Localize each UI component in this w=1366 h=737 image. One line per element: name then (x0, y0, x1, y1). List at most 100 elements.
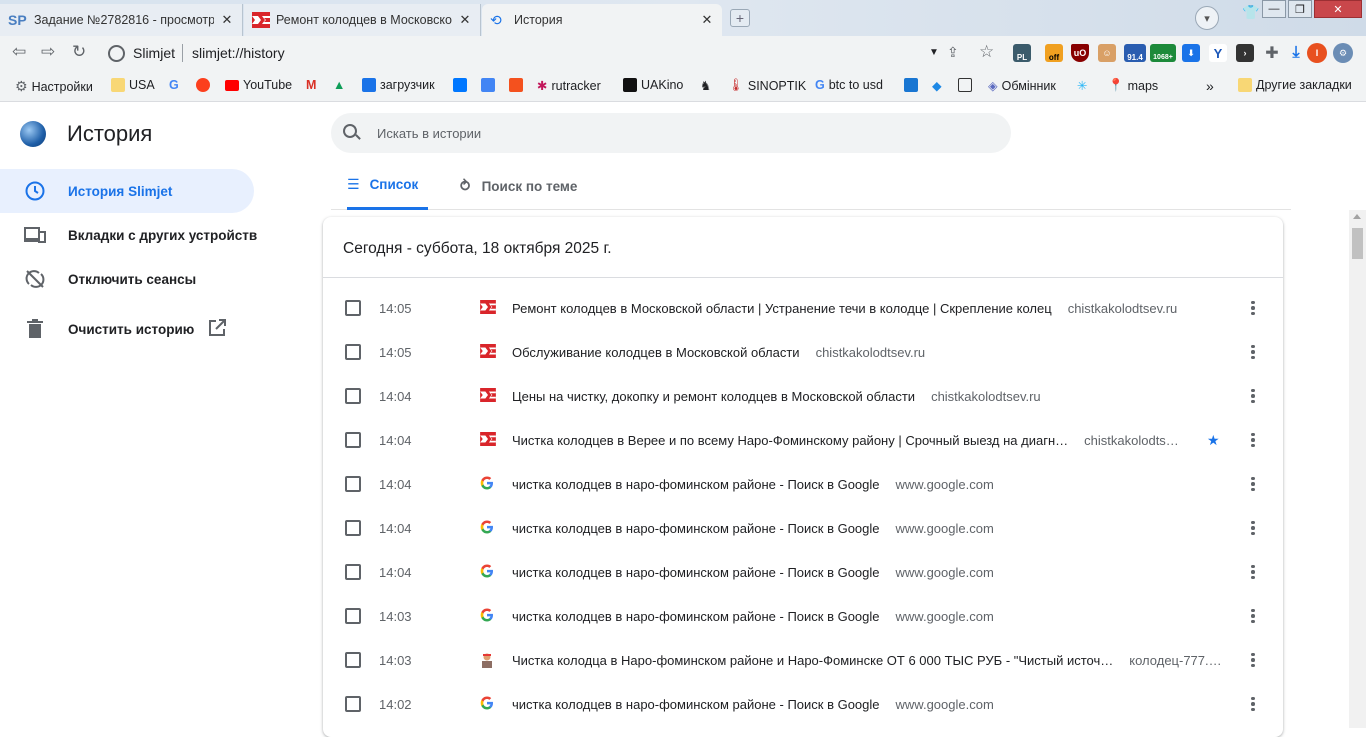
bookmark-item[interactable]: M (306, 78, 316, 92)
history-row[interactable]: 14:04 чистка колодцев в наро-фоминском ра… (323, 506, 1283, 550)
more-actions-icon[interactable] (1248, 652, 1258, 668)
row-checkbox[interactable] (345, 388, 361, 404)
bookmark-item[interactable] (453, 78, 467, 92)
browser-tab[interactable]: Ремонт колодцев в Московской о… ✕ (244, 4, 481, 36)
sidebar-item-disable-sessions[interactable]: Отключить сеансы (0, 257, 254, 301)
sidebar-item-clear-history[interactable]: Очистить историю (0, 307, 254, 351)
history-row[interactable]: 14:04 Цены на чистку, докопку и ремонт ко… (323, 374, 1283, 418)
bookmark-item[interactable]: 🌡 SINOPTIK (728, 78, 806, 93)
extension-arrow-icon[interactable]: › (1236, 44, 1254, 62)
history-row[interactable]: 14:04 чистка колодцев в наро-фоминском ра… (323, 462, 1283, 506)
bookmark-item[interactable]: UAKino (623, 78, 683, 92)
more-actions-icon[interactable] (1248, 696, 1258, 712)
history-row[interactable]: 14:02 чистка колодцев в наро-фоминском ра… (323, 682, 1283, 726)
scroll-thumb[interactable] (1352, 228, 1363, 259)
more-actions-icon[interactable] (1248, 388, 1258, 404)
settings-gear-icon[interactable]: ⚙ (1333, 43, 1353, 63)
close-tab-icon[interactable]: ✕ (220, 12, 234, 28)
minimize-button[interactable]: — (1262, 0, 1286, 18)
row-checkbox[interactable] (345, 564, 361, 580)
other-bookmarks[interactable]: Другие закладки (1238, 78, 1352, 92)
page-link[interactable]: Ремонт колодцев в Московской области | У… (512, 301, 1177, 316)
bookmark-item[interactable]: USA (111, 78, 155, 92)
row-checkbox[interactable] (345, 300, 361, 316)
avatar[interactable]: I (1307, 43, 1327, 63)
bookmark-item[interactable]: ✳ (1077, 78, 1087, 93)
history-row[interactable]: 14:05 Ремонт колодцев в Московской област… (323, 286, 1283, 330)
bookmark-item[interactable]: ▲ (333, 78, 345, 92)
maximize-button[interactable]: ❐ (1288, 0, 1312, 18)
bookmark-item[interactable]: загрузчик (362, 78, 435, 92)
row-checkbox[interactable] (345, 344, 361, 360)
page-link[interactable]: чистка колодцев в наро-фоминском районе … (512, 565, 994, 580)
back-arrow-icon[interactable]: ⇦ (12, 42, 26, 62)
extension-off-icon[interactable]: off (1045, 44, 1063, 62)
tab-list[interactable]: ☰ Список (347, 162, 428, 210)
history-row[interactable]: 14:03 чистка колодцев в наро-фоминском ра… (323, 594, 1283, 638)
page-link[interactable]: чистка колодцев в наро-фоминском районе … (512, 477, 994, 492)
extension-pl-icon[interactable]: PL (1013, 44, 1031, 62)
forward-arrow-icon[interactable]: ⇨ (41, 42, 55, 62)
skin-icon[interactable]: 👕 (1242, 4, 1259, 21)
row-checkbox[interactable] (345, 608, 361, 624)
row-checkbox[interactable] (345, 696, 361, 712)
bookmark-item[interactable] (904, 78, 918, 92)
bookmark-item[interactable] (958, 78, 972, 92)
sidebar-item-history[interactable]: История Slimjet (0, 169, 254, 213)
bookmark-item[interactable]: 📍 maps (1108, 78, 1158, 93)
more-actions-icon[interactable] (1248, 608, 1258, 624)
close-tab-icon[interactable]: ✕ (700, 12, 714, 28)
row-checkbox[interactable] (345, 652, 361, 668)
close-tab-icon[interactable]: ✕ (458, 12, 472, 28)
more-actions-icon[interactable] (1248, 344, 1258, 360)
search-input[interactable] (377, 113, 977, 153)
puzzle-icon[interactable]: ✚ (1263, 44, 1281, 62)
bookmark-item[interactable] (481, 78, 495, 92)
extension-914-icon[interactable]: 91.4 (1124, 44, 1146, 62)
bookmark-item[interactable]: ⚙ Настройки (15, 78, 93, 95)
sidebar-item-other-devices[interactable]: Вкладки с других устройств (0, 213, 257, 257)
reload-icon[interactable]: ↻ (72, 42, 86, 62)
bookmark-star-icon[interactable]: ☆ (979, 42, 994, 62)
extension-1068-icon[interactable]: 1068+ (1150, 44, 1176, 62)
more-actions-icon[interactable] (1248, 520, 1258, 536)
ublock-icon[interactable]: uO (1071, 44, 1089, 62)
page-link[interactable]: чистка колодцев в наро-фоминском районе … (512, 609, 994, 624)
more-actions-icon[interactable] (1248, 564, 1258, 580)
dropdown-icon[interactable]: ▼ (929, 47, 939, 58)
extension-y-icon[interactable]: Y (1209, 44, 1227, 62)
row-checkbox[interactable] (345, 432, 361, 448)
new-tab-button[interactable]: + (730, 9, 750, 27)
more-actions-icon[interactable] (1248, 476, 1258, 492)
bookmark-item[interactable]: Gbtc to usd (815, 78, 883, 92)
history-row[interactable]: 14:03 Чистка колодца в Наро-фоминском рай… (323, 638, 1283, 682)
bookmark-item[interactable]: ◈ Обмінник (988, 78, 1056, 94)
url-input[interactable]: slimjet://history (192, 45, 285, 61)
bookmark-item[interactable]: ◆ (932, 78, 942, 93)
downloads-icon[interactable]: ⤓ (1287, 44, 1305, 62)
row-checkbox[interactable] (345, 476, 361, 492)
bookmark-item[interactable]: ♞ (700, 78, 711, 93)
page-link[interactable]: Цены на чистку, докопку и ремонт колодце… (512, 389, 1041, 404)
scrollbar[interactable] (1349, 210, 1366, 728)
history-row[interactable]: 14:05 Обслуживание колодцев в Московской … (323, 330, 1283, 374)
page-link[interactable]: Чистка колодцев в Верее и по всему Наро-… (512, 433, 1179, 448)
page-link[interactable]: чистка колодцев в наро-фоминском районе … (512, 697, 994, 712)
history-row[interactable]: 14:04 чистка колодцев в наро-фоминском ра… (323, 550, 1283, 594)
more-bookmarks-chevron-icon[interactable]: » (1206, 78, 1214, 94)
bookmark-item[interactable]: YouTube (225, 78, 292, 92)
bookmark-item[interactable] (196, 78, 210, 92)
browser-tab-active[interactable]: ⟲ История ✕ (482, 4, 722, 36)
bookmarked-star-icon[interactable]: ★ (1207, 432, 1220, 449)
download-helper-icon[interactable]: ⬇ (1182, 44, 1200, 62)
bookmark-item[interactable]: ✱ rutracker (537, 78, 601, 94)
page-link[interactable]: Чистка колодца в Наро-фоминском районе и… (512, 653, 1222, 668)
more-actions-icon[interactable] (1248, 432, 1258, 448)
profile-chevron-icon[interactable]: ▾ (1195, 6, 1219, 30)
bookmark-item[interactable] (509, 78, 523, 92)
close-window-button[interactable]: ✕ (1314, 0, 1362, 18)
bookmark-item[interactable]: G (169, 78, 179, 92)
page-link[interactable]: чистка колодцев в наро-фоминском районе … (512, 521, 994, 536)
browser-tab[interactable]: SP Задание №2782816 - просмотр з… ✕ (0, 4, 243, 36)
more-actions-icon[interactable] (1248, 300, 1258, 316)
